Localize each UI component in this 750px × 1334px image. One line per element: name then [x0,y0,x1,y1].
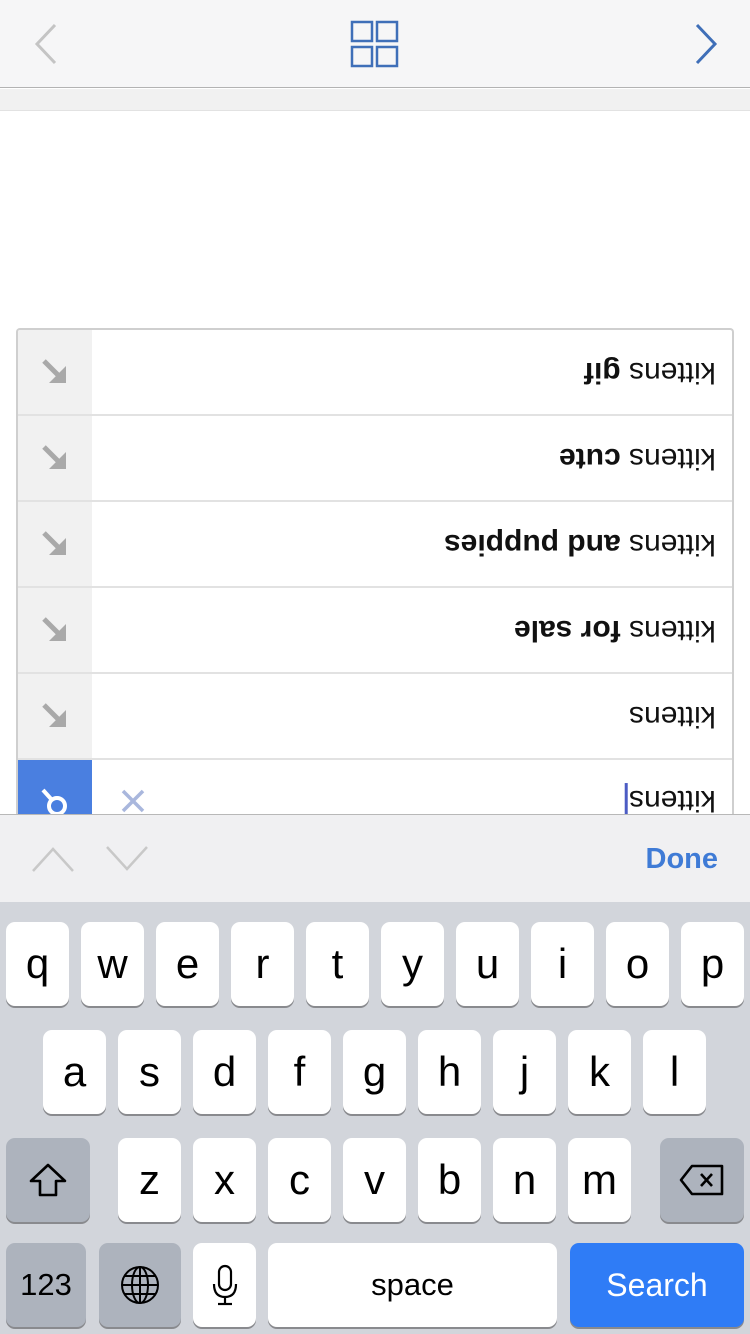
tabs-button[interactable] [349,18,401,70]
suggestion-row[interactable]: kittens gif [18,330,732,416]
forward-button[interactable] [680,18,732,70]
suggestion-text: kittens [629,700,716,733]
suggestion-row[interactable]: kittens cute [18,416,732,502]
key-o[interactable]: o [606,922,669,1006]
next-field-button[interactable] [104,839,150,879]
numbers-key[interactable]: 123 [6,1243,86,1327]
search-suggestions: kittens gif kittens cute kittens and pup… [16,328,734,814]
key-p[interactable]: p [681,922,744,1006]
globe-key[interactable] [99,1243,181,1327]
search-button[interactable] [18,760,92,814]
key-c[interactable]: c [268,1138,331,1222]
delete-key[interactable] [660,1138,744,1222]
key-k[interactable]: k [568,1030,631,1114]
suggestion-text: kittens for sale [514,614,716,647]
key-f[interactable]: f [268,1030,331,1114]
fill-button[interactable] [18,674,92,758]
fill-button[interactable] [18,416,92,500]
key-a[interactable]: a [43,1030,106,1114]
grid-tabs-icon [350,20,399,68]
key-g[interactable]: g [343,1030,406,1114]
key-i[interactable]: i [531,922,594,1006]
key-q[interactable]: q [6,922,69,1006]
search-input[interactable]: kittens [625,782,716,814]
chevron-up-icon [32,847,74,872]
key-z[interactable]: z [118,1138,181,1222]
keyboard: q w e r t y u i o p a s d f g h j k l z … [0,902,750,1334]
key-e[interactable]: e [156,922,219,1006]
backspace-icon [679,1164,724,1196]
fill-arrow-icon [42,531,66,555]
shift-key[interactable] [6,1138,90,1222]
chevron-right-icon [695,23,718,65]
suggestion-row[interactable]: kittens [18,674,732,760]
key-v[interactable]: v [343,1138,406,1222]
fill-button[interactable] [18,588,92,672]
suggestion-text: kittens gif [584,356,716,389]
back-button[interactable] [20,18,72,70]
microphone-icon [212,1264,237,1306]
chevron-left-icon [34,23,57,65]
search-field[interactable]: kittens [18,760,732,814]
clear-icon[interactable] [120,788,146,814]
dictation-key[interactable] [193,1243,256,1327]
chevron-down-icon [106,846,148,871]
text-cursor [625,782,629,814]
key-b[interactable]: b [418,1138,481,1222]
key-s[interactable]: s [118,1030,181,1114]
key-w[interactable]: w [81,922,144,1006]
browser-toolbar [0,0,750,88]
keyboard-accessory-bar: Done [0,814,750,902]
key-j[interactable]: j [493,1030,556,1114]
key-l[interactable]: l [643,1030,706,1114]
globe-icon [121,1266,159,1304]
suggestion-row[interactable]: kittens for sale [18,588,732,674]
suggestion-row[interactable]: kittens and puppies [18,502,732,588]
search-icon [41,788,67,814]
fill-button[interactable] [18,502,92,586]
done-button[interactable]: Done [646,843,719,876]
fill-arrow-icon [42,359,66,383]
search-key[interactable]: Search [570,1243,744,1327]
space-key[interactable]: space [268,1243,557,1327]
key-n[interactable]: n [493,1138,556,1222]
toolbar-divider [0,89,750,111]
key-x[interactable]: x [193,1138,256,1222]
fill-arrow-icon [42,703,66,727]
key-h[interactable]: h [418,1030,481,1114]
shift-icon [29,1163,67,1197]
suggestion-text: kittens cute [559,442,716,475]
key-y[interactable]: y [381,922,444,1006]
key-u[interactable]: u [456,922,519,1006]
fill-button[interactable] [18,330,92,414]
key-r[interactable]: r [231,922,294,1006]
fill-arrow-icon [42,445,66,469]
suggestion-text: kittens and puppies [444,528,716,561]
key-m[interactable]: m [568,1138,631,1222]
key-t[interactable]: t [306,922,369,1006]
key-d[interactable]: d [193,1030,256,1114]
fill-arrow-icon [42,617,66,641]
previous-field-button[interactable] [30,839,76,879]
